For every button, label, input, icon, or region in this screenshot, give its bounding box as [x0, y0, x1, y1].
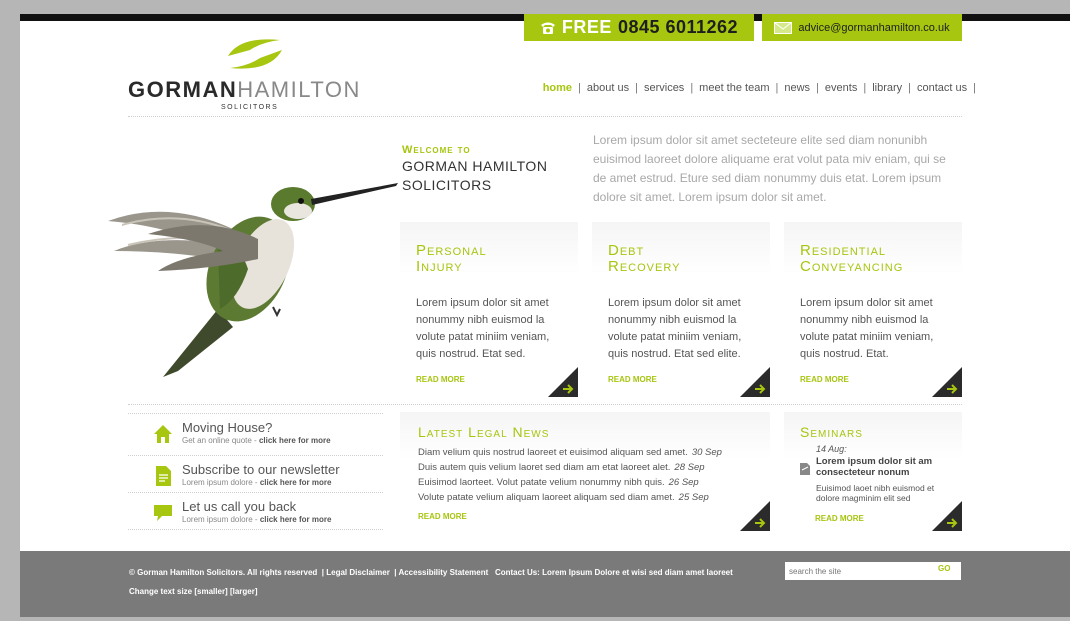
seminar-item-title[interactable]: Lorem ipsum dolor sit am consecteteur no…	[816, 456, 956, 478]
quicklink-title: Subscribe to our newsletter	[182, 462, 340, 477]
welcome-heading: Welcome to GORMAN HAMILTON SOLICITORS	[402, 144, 547, 194]
news-item[interactable]: Diam velium quis nostrud laoreet et euis…	[418, 445, 722, 460]
footer-copyright: © Gorman Hamilton Solicitors. All rights…	[129, 568, 318, 577]
service-title: Debt Recovery	[608, 242, 681, 275]
email-banner[interactable]: advice@gormanhamilton.co.uk	[762, 14, 962, 41]
document-icon	[156, 466, 171, 486]
hummingbird-image	[108, 183, 398, 379]
nav-services[interactable]: services	[644, 82, 684, 94]
logo-subtitle: SOLICITORS	[221, 104, 279, 111]
read-more-link[interactable]: READ MORE	[800, 375, 849, 384]
nav-about-us[interactable]: about us	[587, 82, 629, 94]
news-title: Latest Legal News	[418, 424, 550, 440]
seminar-date: 14 Aug:	[816, 444, 847, 454]
search-input[interactable]	[785, 562, 961, 580]
arrow-corner-icon[interactable]	[548, 367, 578, 397]
house-icon	[154, 425, 172, 443]
section-divider	[128, 404, 962, 405]
latest-legal-news: Latest Legal News Diam velium quis nostr…	[400, 412, 770, 531]
news-list: Diam velium quis nostrud laoreet et euis…	[418, 445, 722, 505]
quicklink-title: Moving House?	[182, 420, 273, 435]
nav-home[interactable]: home	[543, 82, 572, 94]
quicklink-newsletter[interactable]: Subscribe to our newsletter Lorem ipsum …	[128, 455, 383, 492]
arrow-corner-icon[interactable]	[740, 367, 770, 397]
text-size-label: Change text size	[129, 587, 193, 596]
service-title: Residential Conveyancing	[800, 242, 904, 275]
intro-paragraph: Lorem ipsum dolor sit amet secteteure el…	[593, 133, 946, 204]
service-title: Personal Injury	[416, 242, 487, 275]
quicklink-moving-house[interactable]: Moving House? Get an online quote - clic…	[128, 413, 383, 450]
document-icon	[800, 463, 810, 475]
quicklink-sub: Lorem ipsum dolore - click here for more	[182, 478, 332, 487]
service-text: Lorem ipsum dolor sit amet nonummy nibh …	[416, 297, 550, 360]
quicklink-sub: Get an online quote - click here for mor…	[182, 436, 331, 445]
nav-news[interactable]: news	[784, 82, 810, 94]
logo-swoosh-icon	[228, 39, 282, 69]
nav-library[interactable]: library	[872, 82, 902, 94]
arrow-corner-icon[interactable]	[932, 367, 962, 397]
news-item[interactable]: Euisimod laorteet. Volut patate velium n…	[418, 475, 722, 490]
nav-events[interactable]: events	[825, 82, 857, 94]
welcome-line3: SOLICITORS	[402, 177, 492, 193]
phone-free-label: FREE	[561, 17, 612, 37]
mail-icon	[774, 21, 793, 34]
seminars-box: Seminars 14 Aug: Lorem ipsum dolor sit a…	[784, 412, 962, 531]
text-larger-link[interactable]: [larger]	[230, 587, 258, 596]
welcome-line1: Welcome to	[402, 144, 471, 156]
main-nav: home | about us | services | meet the team |…	[542, 82, 976, 94]
footer-links: © Gorman Hamilton Solicitors. All rights…	[129, 568, 733, 577]
footer-legal-disclaimer-link[interactable]: Legal Disclaimer	[326, 568, 390, 577]
seminars-read-more-link[interactable]: READ MORE	[815, 514, 864, 523]
phone-icon	[540, 22, 555, 34]
logo[interactable]: GORMANHAMILTON SOLICITORS	[128, 34, 388, 111]
arrow-corner-icon[interactable]	[932, 501, 962, 531]
read-more-link[interactable]: READ MORE	[608, 375, 657, 384]
welcome-line2: GORMAN HAMILTON	[402, 158, 548, 174]
service-debt-recovery[interactable]: Debt Recovery Lorem ipsum dolor sit amet …	[592, 222, 770, 397]
text-size-controls: Change text size [smaller] [larger]	[129, 587, 258, 596]
footer-accessibility-link[interactable]: Accessibility Statement	[398, 568, 488, 577]
quicklink-callback[interactable]: Let us call you back Lorem ipsum dolore …	[128, 492, 383, 530]
text-smaller-link[interactable]: [smaller]	[194, 587, 227, 596]
quicklink-title: Let us call you back	[182, 499, 297, 514]
page: FREE 0845 6011262 advice@gormanhamilton.…	[20, 14, 1070, 617]
news-read-more-link[interactable]: READ MORE	[418, 512, 467, 521]
arrow-corner-icon[interactable]	[740, 501, 770, 531]
phone-number: 0845 6011262	[617, 17, 739, 37]
footer: © Gorman Hamilton Solicitors. All rights…	[20, 551, 1070, 617]
header-divider	[128, 116, 962, 117]
nav-contact-us[interactable]: contact us	[917, 82, 967, 94]
read-more-link[interactable]: READ MORE	[416, 375, 465, 384]
phone-banner[interactable]: FREE 0845 6011262	[524, 14, 754, 41]
quicklink-sub: Lorem ipsum dolore - click here for more	[182, 515, 332, 524]
logo-wordmark: GORMANHAMILTON	[128, 77, 361, 102]
news-item[interactable]: Volute patate velium aliquam laoreet ali…	[418, 490, 722, 505]
seminar-item-desc: Euisimod laoet nibh euismod et dolore ma…	[816, 483, 935, 503]
seminars-title: Seminars	[800, 424, 863, 440]
service-residential-conveyancing[interactable]: Residential Conveyancing Lorem ipsum dolo…	[784, 222, 962, 397]
search-go-button[interactable]: GO	[938, 564, 950, 573]
service-text: Lorem ipsum dolor sit amet nonummy nibh …	[800, 297, 934, 360]
service-personal-injury[interactable]: Personal Injury Lorem ipsum dolor sit ame…	[400, 222, 578, 397]
news-item[interactable]: Duis autem quis velium laoret sed diam a…	[418, 460, 722, 475]
speech-bubble-icon	[154, 505, 172, 521]
service-text: Lorem ipsum dolor sit amet nonummy nibh …	[608, 297, 742, 360]
nav-meet-the-team[interactable]: meet the team	[699, 82, 769, 94]
footer-contact: Contact Us: Lorem Ipsum Dolore et wisi s…	[494, 568, 733, 577]
email-link: advice@gormanhamilton.co.uk	[798, 21, 950, 34]
